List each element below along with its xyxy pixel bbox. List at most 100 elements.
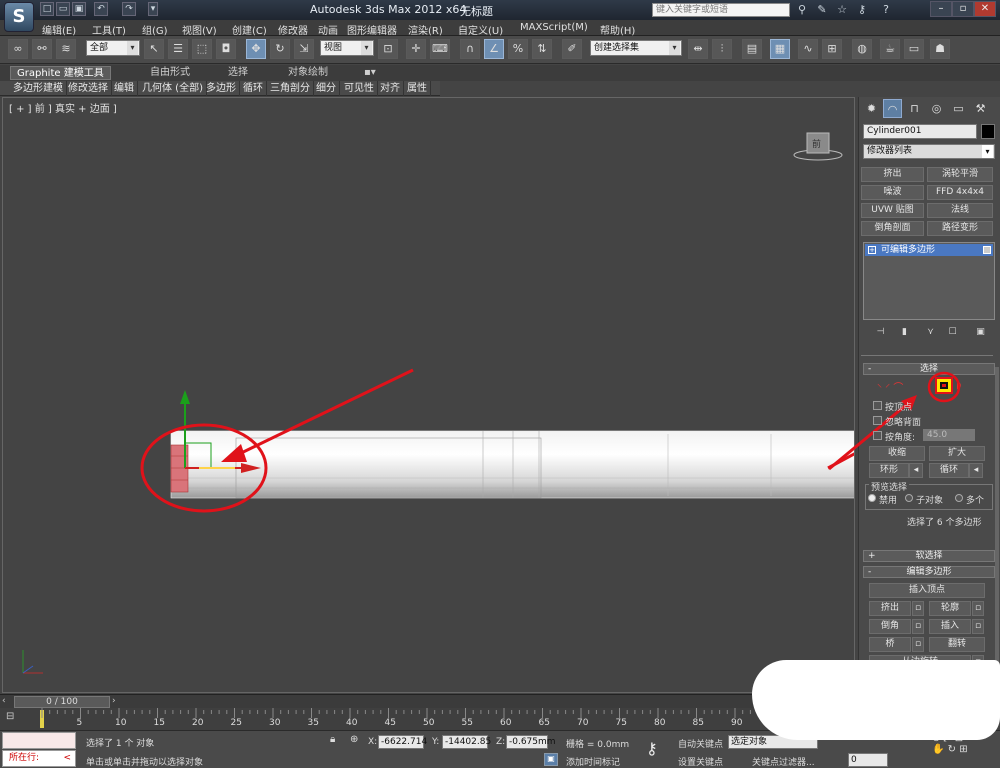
- absolute-mode-icon[interactable]: ⊕: [350, 734, 364, 746]
- ribbon-properties[interactable]: 属性: [404, 81, 431, 96]
- scale-icon[interactable]: ⇲: [294, 39, 314, 59]
- ring-button[interactable]: 环形: [869, 463, 909, 478]
- bridge-settings-button[interactable]: ▫: [912, 637, 924, 652]
- menu-maxscript[interactable]: MAXScript(M): [520, 22, 588, 33]
- window-crossing-icon[interactable]: ◘: [216, 39, 236, 59]
- render-setup-icon[interactable]: ☕: [880, 39, 900, 59]
- ribbon-loops[interactable]: 循环: [240, 81, 267, 96]
- extrude-button[interactable]: 挤出: [869, 601, 911, 616]
- inset-button[interactable]: 插入: [929, 619, 971, 634]
- modify-tab-icon[interactable]: ◠: [883, 99, 902, 118]
- bevel-button[interactable]: 倒角: [869, 619, 911, 634]
- x-coordinate-field[interactable]: -6622.714: [378, 735, 427, 749]
- rect-selection-icon[interactable]: ⬚: [192, 39, 212, 59]
- minimize-button[interactable]: –: [930, 1, 952, 17]
- time-tag-icon[interactable]: ▣: [544, 753, 558, 766]
- stack-item-editable-poly[interactable]: + 可编辑多边形: [865, 244, 993, 256]
- render-teapot-icon[interactable]: ☗: [930, 39, 950, 59]
- show-end-result-icon[interactable]: ▮: [895, 323, 914, 342]
- object-name-field[interactable]: Cylinder001: [863, 124, 977, 139]
- ribbon-polygons[interactable]: 多边形: [203, 81, 240, 96]
- grow-button[interactable]: 扩大: [929, 446, 985, 461]
- rendered-frame-icon[interactable]: ▭: [904, 39, 924, 59]
- edit-polygons-rollout[interactable]: - 编辑多边形: [863, 566, 995, 578]
- menu-animation[interactable]: 动画: [318, 22, 338, 37]
- track-bar[interactable]: ⊟ 5 10 15 20 25 30 35 40 45 50 55 60 65 70 75 80 85 90: [0, 708, 760, 730]
- z-coordinate-field[interactable]: -0.675mm: [506, 735, 556, 749]
- ribbon-subdivision[interactable]: 细分: [313, 81, 340, 96]
- ffd-modifier-button[interactable]: FFD 4x4x4: [927, 185, 993, 200]
- pivot-center-icon[interactable]: ⊡: [378, 39, 398, 59]
- select-by-name-icon[interactable]: ☰: [168, 39, 188, 59]
- normal-modifier-button[interactable]: 法线: [927, 203, 993, 218]
- material-editor-icon[interactable]: ◍: [852, 39, 872, 59]
- motion-tab-icon[interactable]: ◎: [927, 99, 946, 118]
- set-key-icon[interactable]: ⚷: [646, 739, 672, 759]
- current-frame-field[interactable]: 0: [848, 753, 888, 767]
- key-filters-button[interactable]: 关键点过滤器...: [752, 755, 815, 768]
- remove-modifier-icon[interactable]: ☐: [943, 323, 962, 342]
- panel-scrollbar[interactable]: [995, 367, 999, 687]
- preview-off-radio[interactable]: [868, 494, 876, 502]
- menu-edit[interactable]: 编辑(E): [42, 22, 76, 37]
- time-next-icon[interactable]: ›: [112, 696, 122, 708]
- by-vertex-checkbox[interactable]: [873, 401, 882, 410]
- ribbon-polygon-modeling[interactable]: 多边形建模: [10, 81, 67, 96]
- edit-named-selection-icon[interactable]: ✐: [562, 39, 582, 59]
- hierarchy-tab-icon[interactable]: ⊓: [905, 99, 924, 118]
- create-tab-icon[interactable]: ✹: [862, 99, 881, 118]
- time-slider-thumb[interactable]: 0 / 100: [14, 696, 110, 708]
- menu-help[interactable]: 帮助(H): [600, 22, 635, 37]
- binoculars-icon[interactable]: ⚲: [794, 2, 810, 18]
- set-key-button[interactable]: 设置关键点: [678, 755, 723, 768]
- menu-graph-editors[interactable]: 图形编辑器: [347, 22, 397, 37]
- angle-snap-icon[interactable]: ∠: [484, 39, 504, 59]
- help-icon[interactable]: ?: [878, 2, 894, 18]
- save-icon[interactable]: ▣: [72, 2, 86, 16]
- undo-icon[interactable]: ↶: [94, 2, 108, 16]
- unlink-icon[interactable]: ⚯: [32, 39, 52, 59]
- maxscript-mini-listener[interactable]: [2, 732, 76, 749]
- selection-filter-dropdown[interactable]: 全部 ▾: [86, 40, 140, 56]
- move-icon[interactable]: ✥: [246, 39, 266, 59]
- star-icon[interactable]: ☆: [834, 2, 850, 18]
- tab-freeform[interactable]: 自由形式: [144, 66, 196, 80]
- ribbon-tris[interactable]: 三角剖分: [267, 81, 314, 96]
- graphite-toggle-icon[interactable]: ▦: [770, 39, 790, 59]
- communication-icon[interactable]: ✎: [814, 2, 830, 18]
- menu-views[interactable]: 视图(V): [182, 22, 217, 37]
- loop-spinner[interactable]: ◂: [969, 463, 983, 478]
- preview-multi-radio[interactable]: [955, 494, 963, 502]
- preview-subobject-radio[interactable]: [905, 494, 913, 502]
- menu-create[interactable]: 创建(C): [232, 22, 267, 37]
- menu-group[interactable]: 组(G): [142, 22, 168, 37]
- quick-access-dropdown-icon[interactable]: ▾: [148, 2, 158, 16]
- ribbon-align[interactable]: 对齐: [377, 81, 404, 96]
- snap-toggle-icon[interactable]: ∩: [460, 39, 480, 59]
- bevel-settings-button[interactable]: ▫: [912, 619, 924, 634]
- tab-graphite-modeling[interactable]: Graphite 建模工具: [10, 66, 111, 80]
- path-deform-modifier-button[interactable]: 路径变形: [927, 221, 993, 236]
- pin-stack-icon[interactable]: ⊣: [871, 323, 890, 342]
- y-coordinate-field[interactable]: -14402.85: [442, 735, 491, 749]
- layer-manager-icon[interactable]: ▤: [742, 39, 762, 59]
- ribbon-edit[interactable]: 编辑: [111, 81, 138, 96]
- ribbon-visibility[interactable]: 可见性: [341, 81, 378, 96]
- outline-settings-button[interactable]: ▫: [972, 601, 984, 616]
- ring-spinner[interactable]: ◂: [909, 463, 923, 478]
- curve-editor-icon[interactable]: ∿: [798, 39, 818, 59]
- key-icon[interactable]: ⚷: [854, 2, 870, 18]
- display-tab-icon[interactable]: ▭: [949, 99, 968, 118]
- menu-tools[interactable]: 工具(T): [92, 22, 126, 37]
- spinner-snap-icon[interactable]: ⇅: [532, 39, 552, 59]
- select-object-icon[interactable]: ↖: [144, 39, 164, 59]
- ribbon-modify-selection[interactable]: 修改选择: [65, 81, 112, 96]
- time-prev-icon[interactable]: ‹: [2, 696, 12, 708]
- select-manipulate-icon[interactable]: ✛: [406, 39, 426, 59]
- auto-key-button[interactable]: 自动关键点: [678, 737, 723, 750]
- redo-icon[interactable]: ↷: [122, 2, 136, 16]
- close-button[interactable]: ✕: [974, 1, 996, 17]
- turbosmooth-modifier-button[interactable]: 涡轮平滑: [927, 167, 993, 182]
- reference-coord-dropdown[interactable]: 视图 ▾: [320, 40, 374, 56]
- loop-button[interactable]: 循环: [929, 463, 969, 478]
